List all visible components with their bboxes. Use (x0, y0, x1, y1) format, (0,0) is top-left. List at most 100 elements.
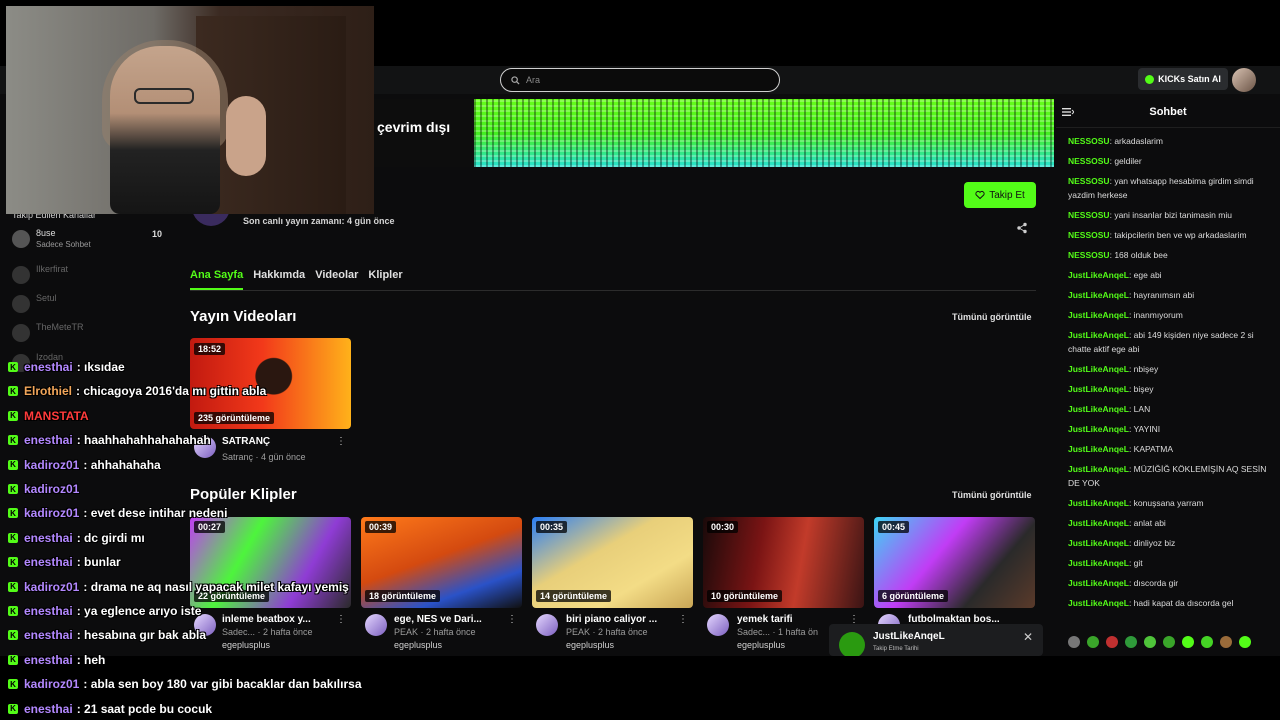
clip-more-icon[interactable]: ⋮ (336, 614, 346, 625)
chat-username[interactable]: NESSOSU (1068, 136, 1110, 146)
chat-username[interactable]: JustLikeAnqeL (1068, 290, 1129, 300)
channel-banner: çevrim dışı (374, 99, 1054, 167)
clip-more-icon[interactable]: ⋮ (678, 614, 688, 625)
emote-icon[interactable] (1220, 636, 1232, 648)
chat-username[interactable]: NESSOSU (1068, 210, 1110, 220)
chat-username[interactable]: JustLikeAnqeL (1068, 444, 1129, 454)
tab-clips[interactable]: Klipler (368, 266, 402, 290)
chat-username[interactable]: NESSOSU (1068, 230, 1110, 240)
overlay-message-text: : chicagoya 2016'da mı gittin abla (76, 384, 267, 399)
chat-text: bişey (1133, 384, 1154, 394)
chat-username[interactable]: NESSOSU (1068, 156, 1110, 166)
chat-username[interactable]: JustLikeAnqeL (1068, 270, 1129, 280)
tab-about[interactable]: Hakkımda (253, 266, 305, 290)
channel-name: 8use (36, 228, 56, 238)
overlay-chat-line: Kenesthai: ıksıdae (8, 357, 125, 377)
chat-username[interactable]: JustLikeAnqeL (1068, 598, 1129, 608)
sidebar-channel-item[interactable]: 8use Sadece Sohbet 10 (12, 228, 162, 254)
chat-username[interactable]: JustLikeAnqeL (1068, 518, 1129, 528)
clip-title[interactable]: biri piano caliyor ... (566, 614, 671, 625)
overlay-message-text: : ahhahahaha (83, 457, 161, 472)
chat-message: JustLikeAnqeL: ege abi (1068, 270, 1162, 280)
chat-text: konuşsana yarram (1133, 498, 1204, 508)
chat-username[interactable]: JustLikeAnqeL (1068, 310, 1129, 320)
overlay-message-text: : dc girdi mı (76, 530, 145, 545)
clip-title[interactable]: inleme beatbox y... (222, 614, 327, 625)
follow-notification: JustLikeAnqeL Takip Etme Tarihi ✕ (829, 624, 1043, 656)
chat-text: LAN (1133, 404, 1151, 414)
chat-username[interactable]: JustLikeAnqeL (1068, 384, 1129, 394)
emote-icon[interactable] (1144, 636, 1156, 648)
emote-icon[interactable] (1087, 636, 1099, 648)
video-views: 235 görüntüleme (194, 412, 275, 424)
videos-section-title: Yayın Videoları (190, 308, 297, 325)
overlay-chat-line: Kkadiroz01: evet dese intihar nedeni (8, 503, 227, 523)
chat-message: NESSOSU: takipcilerin ben ve wp arkadasl… (1068, 230, 1247, 240)
tab-home[interactable]: Ana Sayfa (190, 266, 244, 290)
chat-username[interactable]: JustLikeAnqeL (1068, 364, 1129, 374)
overlay-username: enesthai (24, 652, 73, 667)
chat-text: git (1133, 558, 1143, 568)
clip-thumbnail[interactable]: 00:35 14 görüntüleme (532, 517, 693, 608)
chat-username[interactable]: NESSOSU (1068, 176, 1110, 186)
channel-name: Setul (36, 293, 57, 303)
clip-thumbnail[interactable]: 00:39 18 görüntüleme (361, 517, 522, 608)
clip-user[interactable]: egeplusplus (394, 640, 442, 650)
kick-badge-icon: K (8, 654, 18, 665)
chat-message: NESSOSU: yani insanlar bizi tanimasin mi… (1068, 210, 1232, 220)
chat-username[interactable]: JustLikeAnqeL (1068, 464, 1129, 474)
buy-kicks-button[interactable]: KICKs Satın Al (1138, 68, 1228, 90)
chat-username[interactable]: JustLikeAnqeL (1068, 538, 1129, 548)
chat-username[interactable]: JustLikeAnqeL (1068, 498, 1129, 508)
chat-username[interactable]: NESSOSU (1068, 250, 1110, 260)
follow-button[interactable]: Takip Et (964, 182, 1036, 208)
clip-channel-avatar[interactable] (707, 614, 729, 636)
emote-icon[interactable] (1201, 636, 1213, 648)
sidebar-channel-item[interactable]: Ilkerfirat (12, 264, 162, 290)
sidebar-channel-item[interactable]: TheMeteTR (12, 322, 162, 348)
chat-message: JustLikeAnqeL: abi 149 kişiden niye sade… (1068, 330, 1254, 354)
clip-thumbnail[interactable]: 00:45 6 görüntüleme (874, 517, 1035, 608)
emote-icon[interactable] (1163, 636, 1175, 648)
overlay-username: enesthai (24, 433, 73, 448)
video-title[interactable]: SATRANÇ (222, 436, 270, 447)
emote-icon[interactable] (1106, 636, 1118, 648)
clips-see-all-link[interactable]: Tümünü görüntüle (952, 490, 1031, 500)
clip-user[interactable]: egeplusplus (222, 640, 270, 650)
emote-icon[interactable] (1239, 636, 1251, 648)
chat-username[interactable]: JustLikeAnqeL (1068, 578, 1129, 588)
video-more-icon[interactable]: ⋮ (336, 436, 346, 447)
sidebar-channel-item[interactable]: Setul (12, 293, 162, 319)
clip-channel-avatar[interactable] (536, 614, 558, 636)
overlay-username: kadiroz01 (24, 579, 80, 594)
clip-user[interactable]: egeplusplus (566, 640, 614, 650)
clip-more-icon[interactable]: ⋮ (507, 614, 517, 625)
chat-username[interactable]: JustLikeAnqeL (1068, 404, 1129, 414)
chat-username[interactable]: JustLikeAnqeL (1068, 424, 1129, 434)
clip-thumbnail[interactable]: 00:30 10 görüntüleme (703, 517, 864, 608)
clip-channel-avatar[interactable] (365, 614, 387, 636)
emote-icon[interactable] (1068, 636, 1080, 648)
clip-user[interactable]: egeplusplus (737, 640, 785, 650)
chat-text: yani insanlar bizi tanimasin miu (1114, 210, 1232, 220)
heart-icon (975, 190, 985, 200)
chat-username[interactable]: JustLikeAnqeL (1068, 330, 1129, 340)
clip-views: 10 görüntüleme (707, 590, 783, 602)
emote-icon[interactable] (1182, 636, 1194, 648)
share-icon[interactable] (1016, 222, 1028, 234)
clip-title[interactable]: yemek tarifi (737, 614, 842, 625)
clip-title[interactable]: ege, NES ve Dari... (394, 614, 499, 625)
channel-avatar (12, 324, 30, 342)
chat-message: JustLikeAnqeL: anlat abi (1068, 518, 1166, 528)
emote-bar (1068, 636, 1268, 648)
tab-videos[interactable]: Videolar (315, 266, 358, 290)
search-input[interactable]: Ara (500, 68, 780, 92)
webcam-overlay (6, 6, 374, 214)
videos-see-all-link[interactable]: Tümünü görüntüle (952, 312, 1031, 322)
emote-icon[interactable] (1125, 636, 1137, 648)
close-icon[interactable]: ✕ (1023, 630, 1033, 644)
user-avatar[interactable] (1232, 68, 1256, 92)
channel-tabs: Ana Sayfa Hakkımda Videolar Klipler (190, 266, 1036, 291)
banner-image (474, 99, 1054, 167)
chat-username[interactable]: JustLikeAnqeL (1068, 558, 1129, 568)
